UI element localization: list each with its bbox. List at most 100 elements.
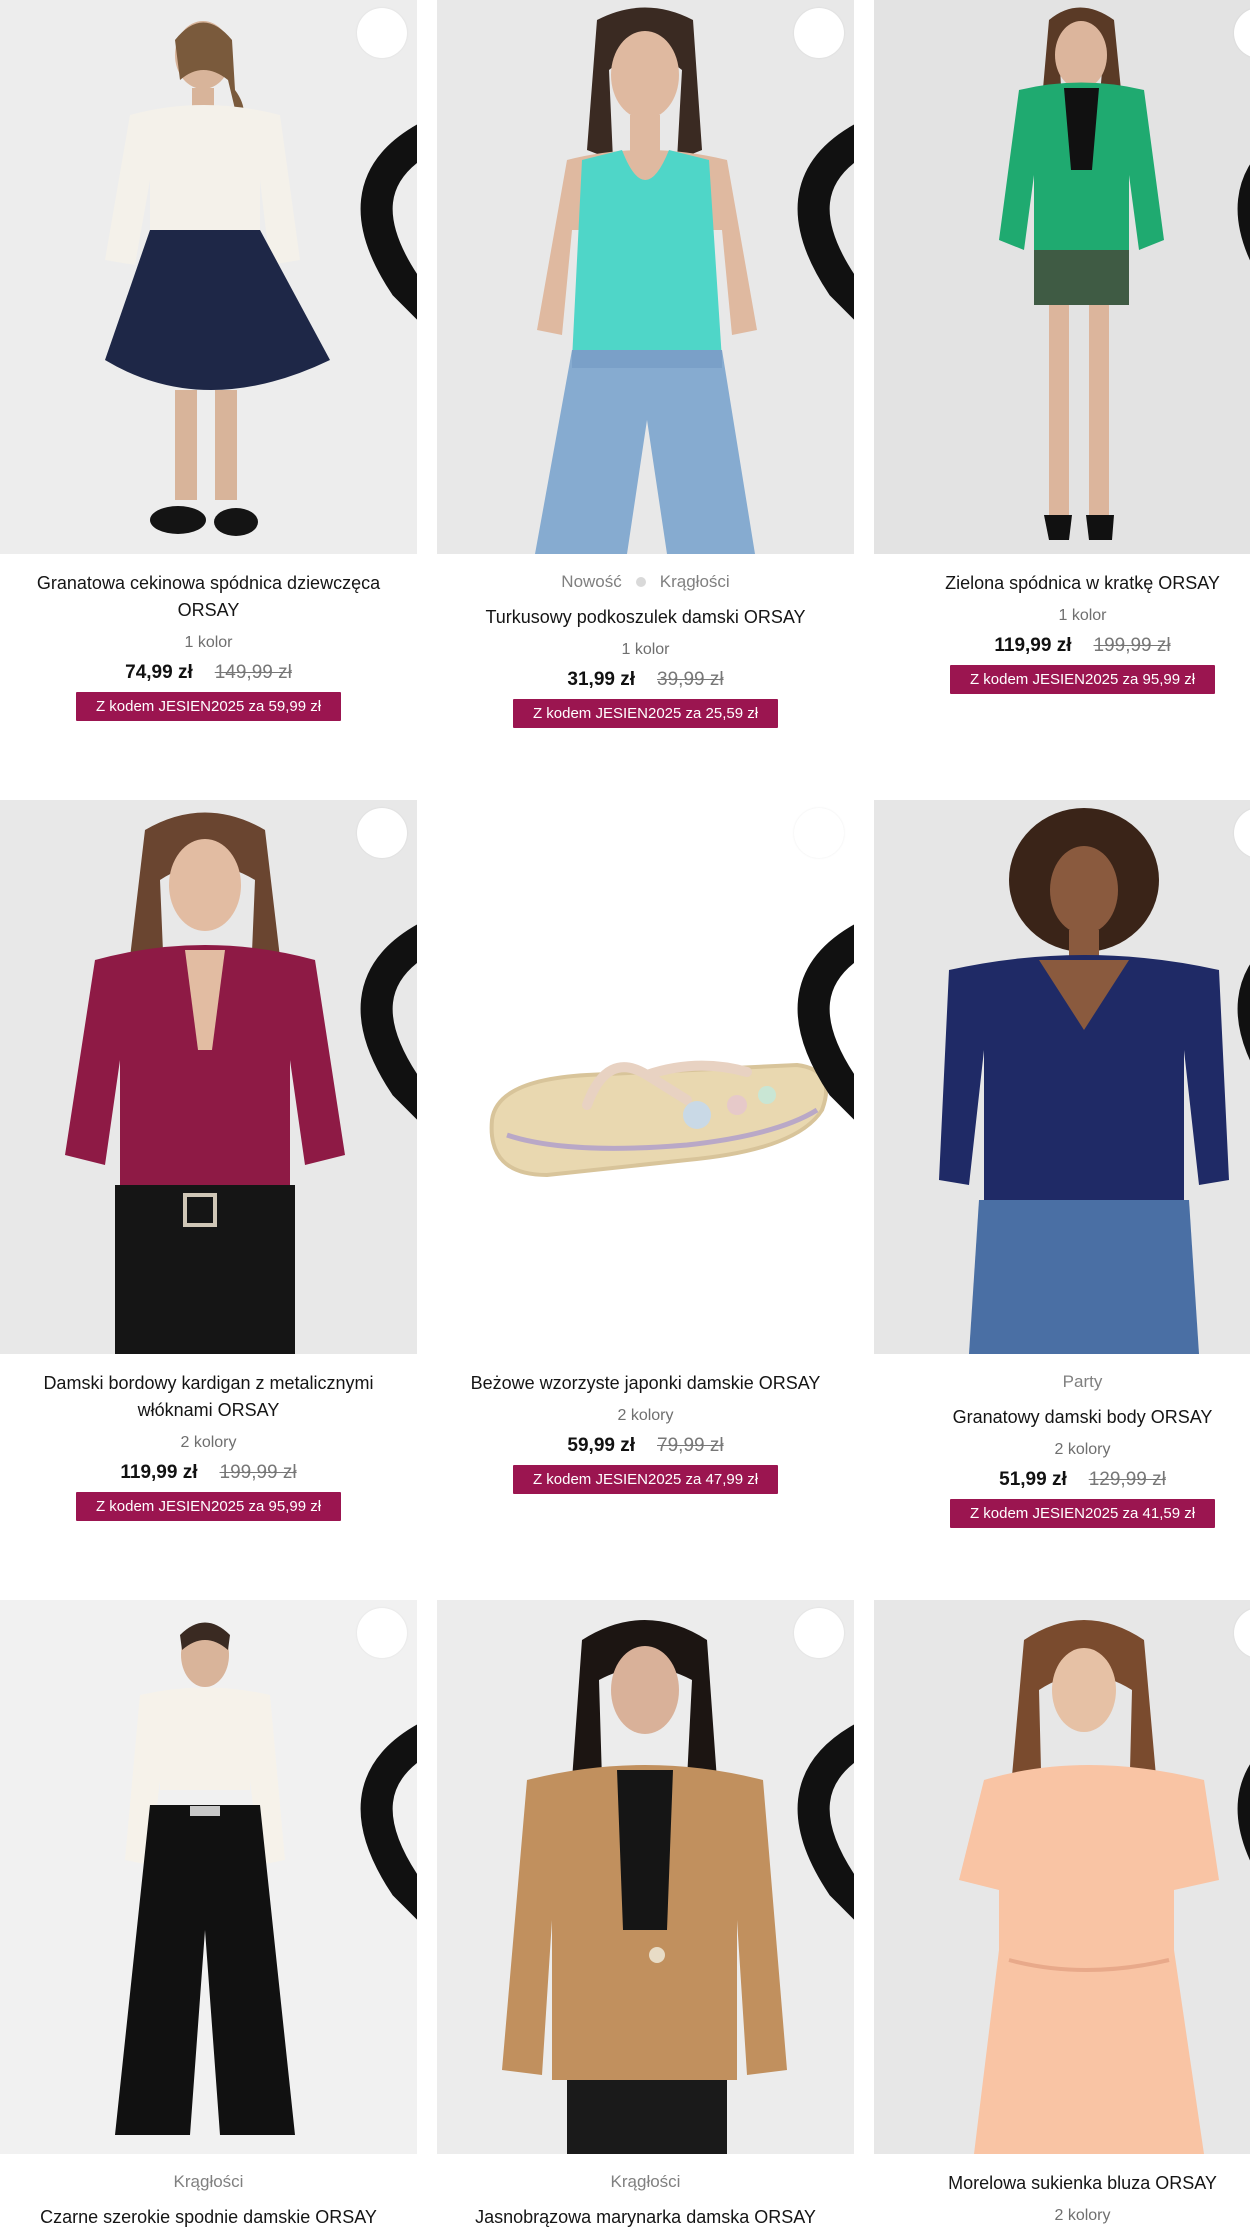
product-image[interactable]: [437, 1600, 854, 2154]
tag-curves: Krągłości: [173, 2172, 244, 2191]
product-card[interactable]: Nowość Krągłości Turkusowy podkoszulek d…: [437, 0, 854, 728]
product-tags: Krągłości: [437, 2170, 854, 2194]
product-info: Krągłości Czarne szerokie spodnie damski…: [0, 2170, 417, 2231]
product-info: Morelowa sukienka bluza ORSAY 2 kolory: [874, 2170, 1250, 2225]
product-card[interactable]: Zielona spódnica w kratkę ORSAY 1 kolor …: [874, 0, 1250, 694]
old-price: 129,99 zł: [1088, 1469, 1166, 1490]
heart-icon: [360, 924, 417, 1120]
price-row: 31,99 zł 39,99 zł: [437, 669, 854, 691]
product-tags: Nowość Krągłości: [437, 570, 854, 594]
heart-icon: [797, 124, 854, 320]
old-price: 149,99 zł: [214, 662, 292, 683]
product-title[interactable]: Beżowe wzorzyste japonki damskie ORSAY: [437, 1370, 854, 1397]
product-card[interactable]: Morelowa sukienka bluza ORSAY 2 kolory: [874, 1600, 1250, 2225]
color-count: 2 kolory: [1054, 1441, 1111, 1458]
current-price: 51,99 zł: [999, 1469, 1067, 1490]
color-count: 1 kolor: [184, 634, 233, 651]
product-grid: Granatowa cekinowa spódnica dziewczęca O…: [0, 0, 1250, 2227]
price-row: 59,99 zł 79,99 zł: [437, 1435, 854, 1457]
black-wide-trousers-image: [0, 1600, 417, 2154]
current-price: 119,99 zł: [994, 635, 1072, 656]
current-price: 74,99 zł: [125, 662, 193, 683]
promo-code-badge: Z kodem JESIEN2025 za 95,99 zł: [75, 1492, 342, 1521]
product-info: Damski bordowy kardigan z metalicznymi w…: [0, 1370, 417, 1521]
product-image[interactable]: [874, 1600, 1250, 2154]
product-card[interactable]: Party Granatowy damski body ORSAY 2 kolo…: [874, 800, 1250, 1528]
product-title[interactable]: Zielona spódnica w kratkę ORSAY: [874, 570, 1250, 597]
promo-code-badge: Z kodem JESIEN2025 za 95,99 zł: [949, 665, 1216, 694]
navy-bodysuit-image: [874, 800, 1250, 1354]
product-info: Krągłości Jasnobrązowa marynarka damska …: [437, 2170, 854, 2231]
promo-code-badge: Z kodem JESIEN2025 za 25,59 zł: [512, 699, 779, 728]
heart-icon: [360, 124, 417, 320]
promo-code-badge: Z kodem JESIEN2025 za 47,99 zł: [512, 1465, 779, 1494]
product-image[interactable]: [437, 0, 854, 554]
old-price: 199,99 zł: [1093, 635, 1171, 656]
product-info: Party Granatowy damski body ORSAY 2 kolo…: [874, 1370, 1250, 1528]
price-row: 51,99 zł 129,99 zł: [874, 1469, 1250, 1491]
wishlist-button[interactable]: [357, 808, 417, 1120]
product-info: Beżowe wzorzyste japonki damskie ORSAY 2…: [437, 1370, 854, 1494]
color-count: 2 kolory: [1054, 2207, 1111, 2224]
color-count: 2 kolory: [617, 1407, 674, 1424]
product-title[interactable]: Damski bordowy kardigan z metalicznymi w…: [0, 1370, 417, 1424]
product-image[interactable]: [874, 0, 1250, 554]
tag-party: Party: [1062, 1372, 1103, 1391]
wishlist-button[interactable]: [357, 1608, 417, 1920]
product-image[interactable]: [0, 800, 417, 1354]
product-card[interactable]: Krągłości Czarne szerokie spodnie damski…: [0, 1600, 417, 2231]
heart-icon: [797, 924, 854, 1120]
color-count: 2 kolory: [180, 1434, 237, 1451]
product-title[interactable]: Turkusowy podkoszulek damski ORSAY: [437, 604, 854, 631]
product-title[interactable]: Morelowa sukienka bluza ORSAY: [874, 2170, 1250, 2197]
current-price: 59,99 zł: [567, 1435, 636, 1456]
current-price: 31,99 zł: [567, 669, 636, 690]
promo-code-badge: Z kodem JESIEN2025 za 59,99 zł: [75, 692, 342, 721]
product-info: Nowość Krągłości Turkusowy podkoszulek d…: [437, 570, 854, 728]
girl-sequin-skirt-image: [0, 0, 417, 554]
price-row: 119,99 zł 199,99 zł: [0, 1462, 417, 1484]
heart-icon: [1237, 1764, 1250, 1861]
product-image[interactable]: [0, 0, 417, 554]
product-tags: Krągłości: [0, 2170, 417, 2194]
tag-separator: [635, 577, 646, 587]
product-card[interactable]: Beżowe wzorzyste japonki damskie ORSAY 2…: [437, 800, 854, 1494]
wishlist-button[interactable]: [794, 8, 854, 320]
price-row: 74,99 zł 149,99 zł: [0, 662, 417, 684]
old-price: 199,99 zł: [219, 1462, 297, 1483]
wishlist-button[interactable]: [1234, 8, 1250, 261]
old-price: 39,99 zł: [657, 669, 724, 690]
current-price: 119,99 zł: [120, 1462, 198, 1483]
product-title[interactable]: Granatowy damski body ORSAY: [874, 1404, 1250, 1431]
product-info: Zielona spódnica w kratkę ORSAY 1 kolor …: [874, 570, 1250, 694]
green-blazer-check-skirt-image: [874, 0, 1250, 554]
wishlist-button[interactable]: [1234, 808, 1250, 1061]
turquoise-tank-top-image: [437, 0, 854, 554]
beige-flip-flop-image: [437, 800, 854, 1354]
old-price: 79,99 zł: [657, 1435, 724, 1456]
burgundy-cardigan-image: [0, 800, 417, 1354]
heart-icon: [1237, 964, 1250, 1061]
product-card[interactable]: Damski bordowy kardigan z metalicznymi w…: [0, 800, 417, 1521]
wishlist-button[interactable]: [1234, 1608, 1250, 1861]
product-card[interactable]: Granatowa cekinowa spódnica dziewczęca O…: [0, 0, 417, 721]
wishlist-button[interactable]: [794, 1608, 854, 1920]
product-title[interactable]: Granatowa cekinowa spódnica dziewczęca O…: [0, 570, 417, 624]
heart-icon: [797, 1724, 854, 1920]
wishlist-button[interactable]: [357, 8, 417, 320]
color-count: 1 kolor: [1058, 607, 1107, 624]
product-image[interactable]: [0, 1600, 417, 2154]
product-card[interactable]: Krągłości Jasnobrązowa marynarka damska …: [437, 1600, 854, 2231]
promo-code-badge: Z kodem JESIEN2025 za 41,59 zł: [949, 1499, 1216, 1528]
product-image[interactable]: [874, 800, 1250, 1354]
camel-blazer-image: [437, 1600, 854, 2154]
apricot-dress-image: [874, 1600, 1250, 2154]
product-info: Granatowa cekinowa spódnica dziewczęca O…: [0, 570, 417, 721]
product-image[interactable]: [437, 800, 854, 1354]
tag-curves: Krągłości: [659, 572, 730, 591]
product-tags: Party: [874, 1370, 1250, 1394]
heart-icon: [1237, 164, 1250, 261]
tag-curves: Krągłości: [610, 2172, 681, 2191]
heart-icon: [360, 1724, 417, 1920]
wishlist-button[interactable]: [794, 808, 854, 1120]
